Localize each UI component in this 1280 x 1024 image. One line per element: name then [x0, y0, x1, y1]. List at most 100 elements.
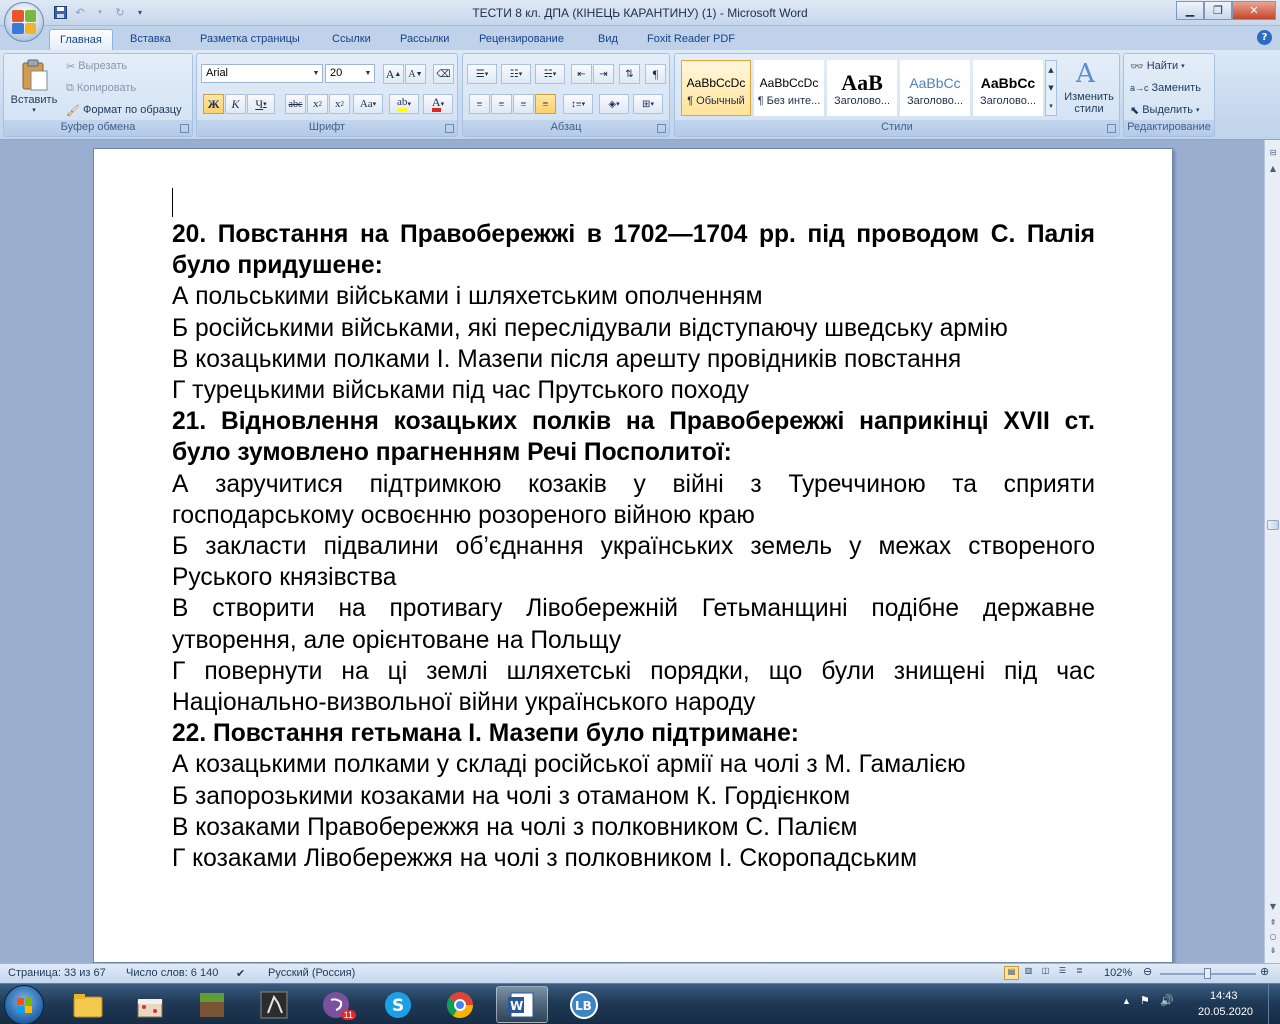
zoom-level[interactable]: 102% — [1104, 967, 1132, 979]
tab-mailings[interactable]: Рассылки — [390, 29, 459, 50]
clock-time[interactable]: 14:43 — [1210, 990, 1238, 1002]
grow-font-button[interactable]: A ▲ — [383, 64, 404, 84]
align-left-button[interactable]: ≡ — [469, 94, 490, 114]
zoom-slider-thumb[interactable] — [1204, 968, 1211, 979]
line-spacing-button[interactable]: ↕≡ ▾ — [563, 94, 593, 114]
justify-button[interactable]: ≡ — [535, 94, 556, 114]
cut-button[interactable]: ✂ Вырезать — [66, 56, 127, 76]
font-color-button[interactable]: A ▾ — [423, 94, 453, 114]
zoom-in-icon[interactable]: ⊕ — [1260, 965, 1269, 978]
underline-button[interactable]: Ч ▾ — [247, 94, 275, 114]
scroll-thumb[interactable] — [1267, 520, 1279, 530]
start-button[interactable] — [4, 985, 44, 1024]
proofing-icon[interactable]: ✔ — [236, 967, 245, 980]
decrease-indent-button[interactable]: ⇤ — [571, 64, 592, 84]
taskbar-skype[interactable]: S — [372, 986, 424, 1023]
clear-formatting-button[interactable]: ⌫ — [433, 64, 454, 84]
subscript-button[interactable]: x2 — [307, 94, 328, 114]
shading-button[interactable]: ◈ ▾ — [599, 94, 629, 114]
language[interactable]: Русский (Россия) — [268, 967, 355, 979]
bold-button[interactable]: Ж — [203, 94, 224, 114]
style-heading-1[interactable]: AaB Заголово... — [827, 60, 897, 116]
change-case-button[interactable]: Aa ▾ — [353, 94, 383, 114]
zoom-out-icon[interactable]: ⊖ — [1143, 965, 1152, 978]
show-hidden-icons[interactable]: ▲ — [1122, 996, 1131, 1006]
style-heading-2[interactable]: AaBbCc Заголово... — [900, 60, 970, 116]
volume-icon[interactable]: 🔊 — [1160, 994, 1174, 1007]
taskbar-word[interactable]: W — [496, 986, 548, 1023]
strikethrough-button[interactable]: abc — [285, 94, 306, 114]
tab-insert[interactable]: Вставка — [120, 29, 181, 50]
more-styles-icon[interactable]: ▾ — [1046, 97, 1056, 115]
paste-button[interactable]: Вставить ▾ — [8, 58, 60, 120]
minimize-button[interactable]: ▁ — [1176, 1, 1204, 20]
show-marks-button[interactable]: ¶ — [645, 64, 666, 84]
full-screen-reading-icon[interactable]: ▥ — [1021, 966, 1036, 980]
shrink-font-button[interactable]: A ▼ — [405, 64, 426, 84]
web-layout-icon[interactable]: ◫ — [1038, 966, 1053, 980]
close-button[interactable]: ✕ — [1232, 1, 1276, 20]
style-normal[interactable]: AaBbCcDc ¶ Обычный — [681, 60, 751, 116]
highlight-button[interactable]: ab ▾ — [389, 94, 419, 114]
taskbar-minecraft[interactable] — [186, 986, 238, 1023]
ruler-toggle-icon[interactable]: ⊟ — [1265, 146, 1280, 160]
office-button[interactable] — [4, 2, 44, 42]
numbering-button[interactable]: ☷ ▾ — [501, 64, 531, 84]
chevron-down-icon[interactable]: ▼ — [1046, 79, 1056, 97]
taskbar-chrome[interactable] — [434, 986, 486, 1023]
flag-icon[interactable]: ⚑ — [1140, 994, 1150, 1007]
copy-button[interactable]: ⧉ Копировать — [66, 78, 136, 98]
document-body[interactable]: 20. Повстання на Правобережжі в 1702—170… — [172, 219, 1095, 874]
borders-button[interactable]: ⊞ ▾ — [633, 94, 663, 114]
style-heading-3[interactable]: AaBbCc Заголово... — [973, 60, 1043, 116]
previous-page-icon[interactable]: ⇞ — [1265, 916, 1280, 930]
taskbar-counter-strike[interactable] — [248, 986, 300, 1023]
clock-date[interactable]: 20.05.2020 — [1198, 1006, 1253, 1018]
tab-foxit[interactable]: Foxit Reader PDF — [637, 29, 745, 50]
replace-button[interactable]: a→c Заменить — [1130, 78, 1201, 98]
change-styles-button[interactable]: A Изменить стили — [1061, 58, 1117, 115]
show-desktop-button[interactable] — [1268, 984, 1280, 1024]
tab-view[interactable]: Вид — [588, 29, 628, 50]
page-count[interactable]: Страница: 33 из 67 — [8, 967, 106, 979]
styles-launcher-icon[interactable] — [1107, 124, 1116, 133]
tab-page-layout[interactable]: Разметка страницы — [190, 29, 310, 50]
font-name-combo[interactable]: Arial ▼ — [201, 64, 323, 83]
scroll-down-icon[interactable]: ▼ — [1265, 900, 1280, 914]
select-button[interactable]: ⬉ Выделить ▾ — [1130, 100, 1199, 120]
document-page[interactable]: 20. Повстання на Правобережжі в 1702—170… — [93, 148, 1173, 963]
zoom-slider[interactable] — [1160, 968, 1256, 979]
restore-button[interactable]: ❐ — [1204, 1, 1232, 20]
paragraph-launcher-icon[interactable] — [657, 124, 666, 133]
word-count[interactable]: Число слов: 6 140 — [126, 967, 218, 979]
style-no-spacing[interactable]: AaBbCcDc ¶ Без инте... — [754, 60, 824, 116]
superscript-button[interactable]: x2 — [329, 94, 350, 114]
tab-review[interactable]: Рецензирование — [469, 29, 574, 50]
tab-home[interactable]: Главная — [49, 29, 113, 50]
paste-dropdown-icon[interactable]: ▾ — [8, 106, 60, 114]
taskbar-lb-app[interactable]: LB — [558, 986, 610, 1023]
font-launcher-icon[interactable] — [445, 124, 454, 133]
clipboard-launcher-icon[interactable] — [180, 124, 189, 133]
tab-references[interactable]: Ссылки — [322, 29, 381, 50]
next-page-icon[interactable]: ⇟ — [1265, 944, 1280, 958]
print-layout-icon[interactable]: ▤ — [1004, 966, 1019, 980]
font-size-combo[interactable]: 20 ▼ — [325, 64, 375, 83]
vertical-scrollbar[interactable]: ⊟ ▲ ▼ ⇞ ○ ⇟ — [1264, 140, 1280, 963]
bullets-button[interactable]: ☰ ▾ — [467, 64, 497, 84]
find-button[interactable]: 👓 Найти ▾ — [1130, 56, 1185, 76]
browse-object-icon[interactable]: ○ — [1265, 930, 1280, 944]
format-painter-button[interactable]: 🖌 Формат по образцу — [66, 100, 182, 120]
draft-icon[interactable]: ≣ — [1072, 966, 1087, 980]
chevron-up-icon[interactable]: ▲ — [1046, 61, 1056, 79]
taskbar-viber[interactable]: 11 — [310, 986, 362, 1023]
outline-icon[interactable]: ☰ — [1055, 966, 1070, 980]
taskbar-cake-app[interactable] — [124, 986, 176, 1023]
help-icon[interactable]: ? — [1257, 30, 1272, 45]
sort-button[interactable]: ⇅ — [619, 64, 640, 84]
italic-button[interactable]: К — [225, 94, 246, 114]
align-right-button[interactable]: ≡ — [513, 94, 534, 114]
increase-indent-button[interactable]: ⇥ — [593, 64, 614, 84]
scroll-up-icon[interactable]: ▲ — [1265, 162, 1280, 176]
multilevel-list-button[interactable]: ☵ ▾ — [535, 64, 565, 84]
